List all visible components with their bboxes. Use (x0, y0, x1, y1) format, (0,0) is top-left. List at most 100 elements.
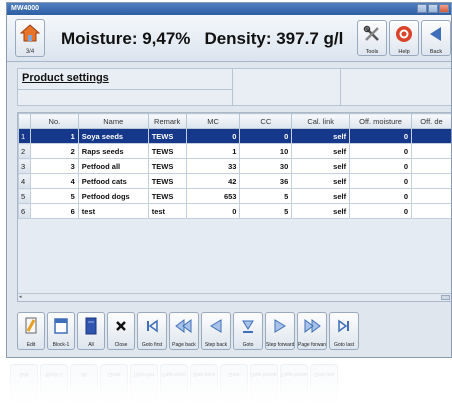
minimize-button[interactable] (417, 4, 427, 13)
edit-button[interactable]: Edit (17, 312, 45, 350)
edit-label: Edit (26, 342, 36, 348)
measurement-header: 3/4 Moisture: 9,47% Density: 397.7 g/l To… (7, 15, 451, 62)
page-forward-button[interactable]: Page forward (297, 312, 327, 350)
goto-last-label: Goto last (333, 342, 354, 348)
product-settings-title: Product settings (22, 72, 109, 84)
cell-off-density (411, 203, 451, 219)
cell-no: 5 (29, 188, 79, 204)
all-button[interactable]: All (77, 312, 105, 350)
close-window-button[interactable] (439, 4, 449, 13)
bottom-toolbar: Edit Block-1 All Close Goto first Page b… (17, 312, 451, 354)
row-number: 3 (18, 158, 31, 174)
column-header-off-moisture[interactable]: Off. moisture (349, 113, 412, 129)
horizontal-scrollbar[interactable]: ◂ (18, 293, 451, 301)
step-forward-icon (274, 319, 286, 333)
home-number: 3/4 (25, 49, 35, 55)
step-forward-button[interactable]: Step forward (265, 312, 295, 350)
cell-cc: 30 (239, 158, 293, 174)
table-row[interactable]: 3 3 Petfood all TEWS 33 30 self 0 (18, 158, 451, 174)
goto-last-icon (338, 319, 349, 333)
column-header-cc[interactable]: CC (239, 113, 293, 129)
maximize-button[interactable] (428, 4, 438, 13)
title-bar: MW4000 (7, 3, 451, 15)
window-icon (54, 318, 68, 334)
table-row[interactable]: 2 2 Raps seeds TEWS 1 10 self 0 (18, 143, 451, 159)
product-table: No. Name Remark MC CC Cal. link Off. moi… (17, 112, 451, 302)
cell-mc: 33 (185, 158, 241, 174)
cell-off-density (411, 173, 451, 189)
product-grid: No. Name Remark MC CC Cal. link Off. moi… (18, 113, 451, 219)
column-header-name[interactable]: Name (77, 113, 149, 129)
table-header-row: No. Name Remark MC CC Cal. link Off. moi… (18, 113, 451, 129)
cell-no: 2 (29, 143, 79, 159)
goto-first-button[interactable]: Goto first (137, 312, 167, 350)
close-button[interactable]: Close (107, 312, 135, 350)
help-label: Help (398, 49, 410, 55)
cell-no: 1 (29, 128, 79, 144)
table-row[interactable]: 5 5 Petfood dogs TEWS 653 5 self 0 (18, 188, 451, 204)
cell-mc: 0 (185, 203, 241, 219)
window-title: MW4000 (11, 5, 40, 12)
column-header-remark[interactable]: Remark (147, 113, 187, 129)
page-back-button[interactable]: Page back (169, 312, 199, 350)
row-number: 6 (18, 203, 31, 219)
step-back-icon (210, 319, 222, 333)
row-number: 4 (18, 173, 31, 189)
column-header-no[interactable]: No. (29, 113, 79, 129)
cell-remark: TEWS (147, 188, 187, 204)
help-icon (396, 26, 412, 42)
page-back-label: Page back (172, 342, 196, 348)
column-header-rownum[interactable] (18, 113, 31, 129)
cell-cc: 5 (239, 188, 293, 204)
page-forward-icon (304, 319, 321, 333)
cell-name: Raps seeds (77, 143, 149, 159)
goto-button[interactable]: Goto (233, 312, 263, 350)
cell-no: 3 (29, 158, 79, 174)
close-label: Close (114, 342, 128, 348)
block-button[interactable]: Block-1 (47, 312, 75, 350)
app-window: MW4000 3/4 Moisture: 9,47% Density: 397.7… (6, 2, 452, 358)
cell-cal-link: self (291, 143, 351, 159)
column-header-cal-link[interactable]: Cal. link (291, 113, 351, 129)
home-icon (19, 24, 41, 42)
column-header-mc[interactable]: MC (185, 113, 241, 129)
cell-mc: 1 (185, 143, 241, 159)
all-label: All (88, 342, 94, 348)
cell-cal-link: self (291, 158, 351, 174)
scroll-thumb[interactable] (441, 295, 450, 300)
cell-cc: 5 (239, 203, 293, 219)
table-row[interactable]: 6 6 test test 0 5 self 0 (18, 203, 451, 219)
goto-last-button[interactable]: Goto last (329, 312, 359, 350)
table-row[interactable]: 1 1 Soya seeds TEWS 0 0 self 0 (18, 128, 451, 144)
cell-off-density (411, 158, 451, 174)
cell-cal-link: self (291, 128, 351, 144)
page-back-icon (175, 319, 192, 333)
cell-remark: TEWS (147, 143, 187, 159)
tools-button[interactable]: Tools (357, 20, 387, 56)
step-forward-label: Step forward (266, 342, 294, 348)
cell-remark: TEWS (147, 173, 187, 189)
cell-cc: 10 (239, 143, 293, 159)
step-back-button[interactable]: Step back (201, 312, 231, 350)
cell-name: Soya seeds (77, 128, 149, 144)
book-icon (85, 317, 97, 335)
product-settings-panel: Product settings (17, 68, 451, 106)
cell-cal-link: self (291, 173, 351, 189)
step-back-label: Step back (204, 342, 228, 348)
cell-off-moisture: 0 (349, 188, 412, 204)
page-forward-label: Page forward (298, 342, 326, 348)
cell-no: 4 (29, 173, 79, 189)
block-label: Block-1 (52, 342, 70, 348)
back-button[interactable]: Back (421, 20, 451, 56)
cell-cal-link: self (291, 203, 351, 219)
goto-first-label: Goto first (141, 342, 163, 348)
help-button[interactable]: Help (389, 20, 419, 56)
table-row[interactable]: 4 4 Petfood cats TEWS 42 36 self 0 (18, 173, 451, 189)
density-value: Density: 397.7 g/l (204, 29, 344, 48)
cell-off-moisture: 0 (349, 158, 412, 174)
home-button[interactable]: 3/4 (15, 19, 45, 57)
column-header-off-density[interactable]: Off. de (411, 113, 451, 129)
goto-icon (242, 320, 254, 333)
cell-no: 6 (29, 203, 79, 219)
scroll-left-icon[interactable]: ◂ (19, 295, 24, 300)
